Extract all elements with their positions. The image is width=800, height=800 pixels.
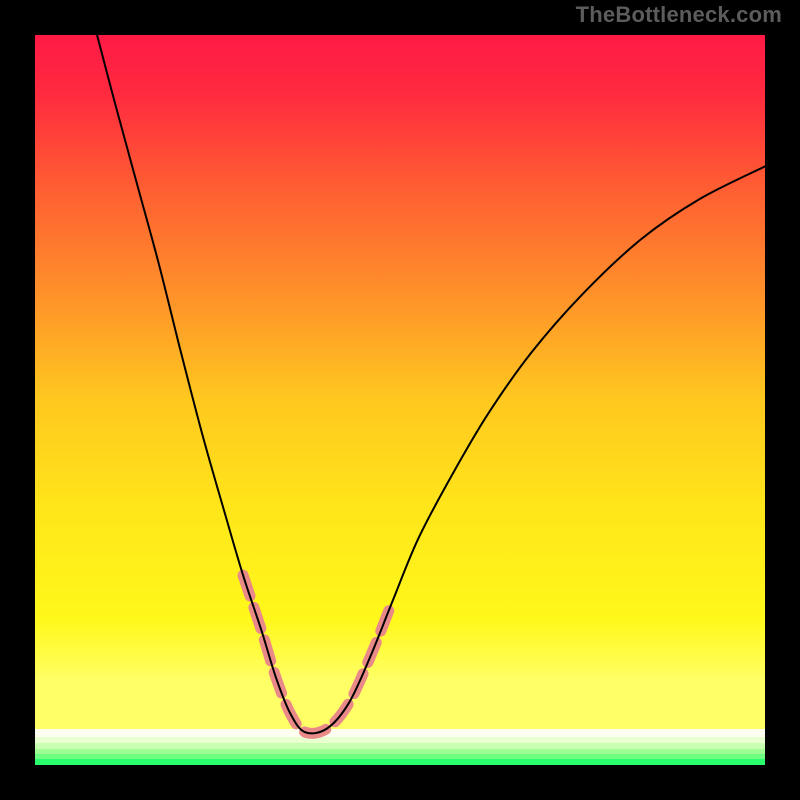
watermark-text: TheBottleneck.com [576, 2, 782, 28]
chart-curve [35, 35, 765, 765]
chart-plot-area [35, 35, 765, 765]
bottleneck-curve-path [97, 35, 765, 733]
